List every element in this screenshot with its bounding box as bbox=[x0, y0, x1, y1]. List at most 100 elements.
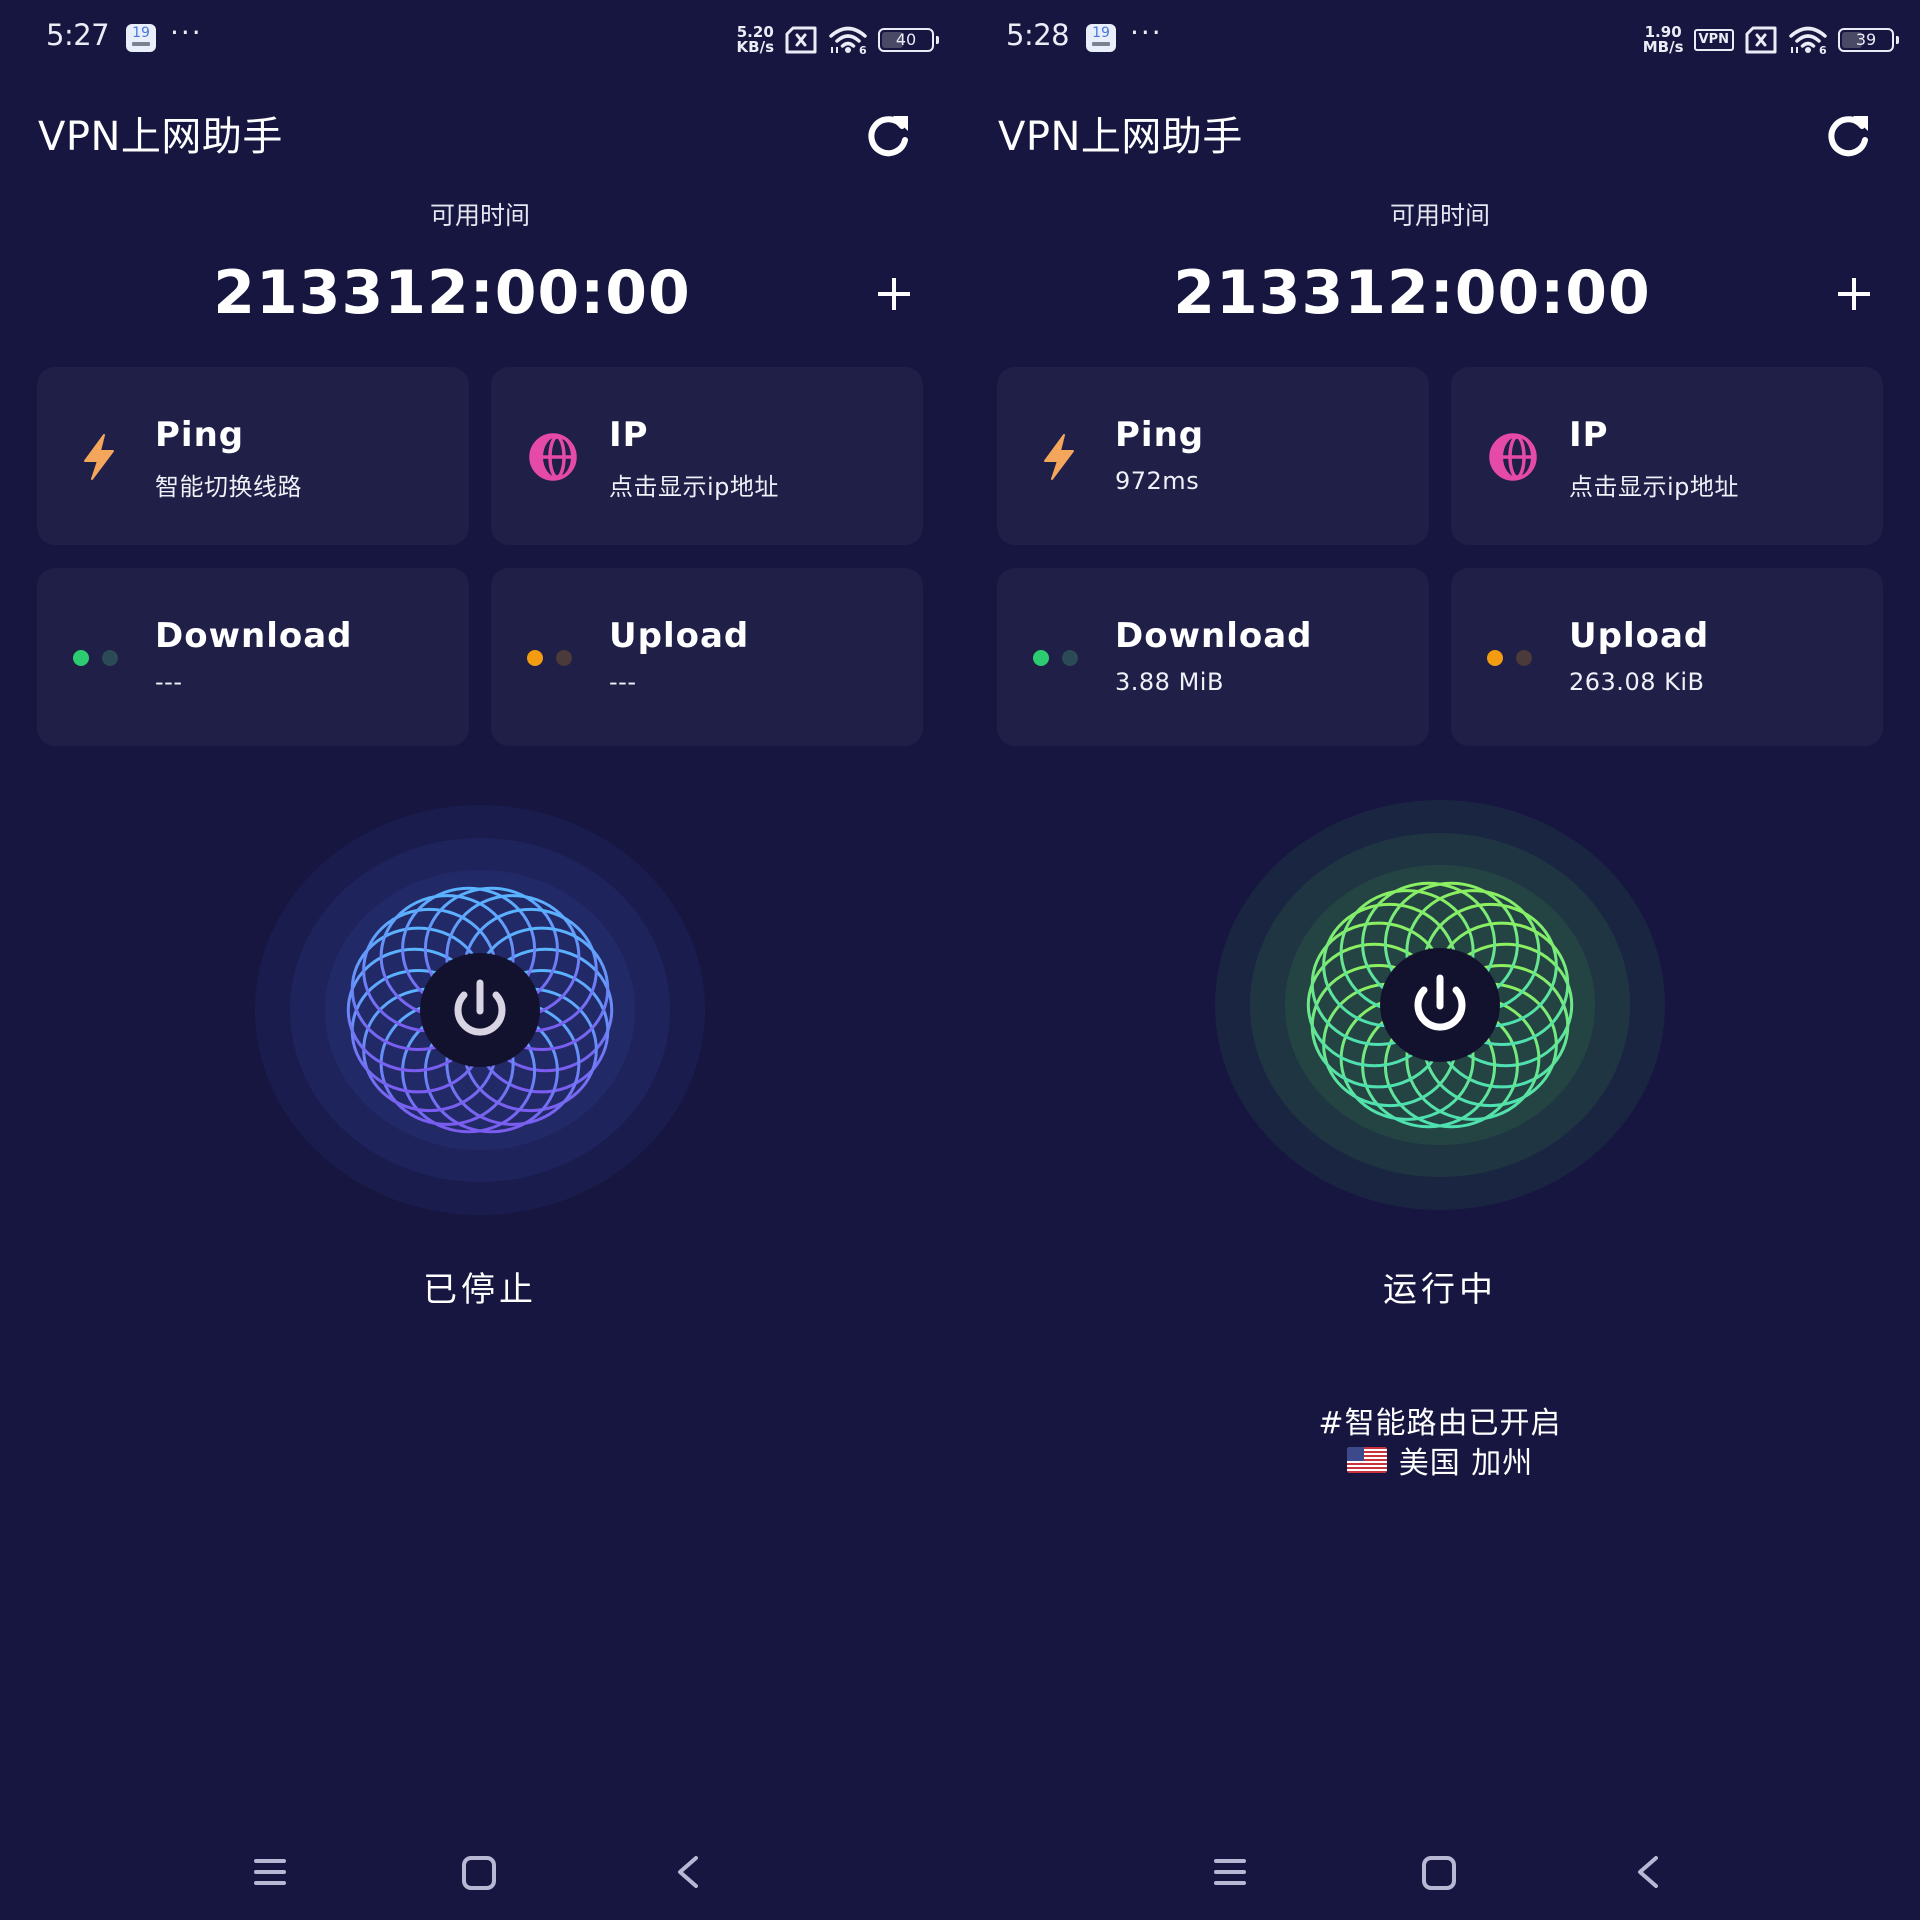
status-time: 5:27 bbox=[46, 18, 110, 52]
globe-icon bbox=[529, 433, 577, 481]
status-bar: 5:27 19 ··· 5.20 KB/s 6 40 bbox=[0, 0, 960, 80]
ip-card[interactable]: IP 点击显示ip地址 bbox=[1451, 367, 1883, 545]
download-value: --- bbox=[155, 668, 183, 696]
upload-title: Upload bbox=[1569, 616, 1710, 656]
upload-dot-dim bbox=[1516, 650, 1532, 666]
power-button[interactable] bbox=[420, 953, 540, 1067]
status-icons: 1.90 MB/s VPN 6 39 bbox=[1643, 22, 1899, 58]
screen-stopped: 5:27 19 ··· 5.20 KB/s 6 40 VPN上网助手 可用时间 … bbox=[0, 0, 960, 1920]
download-dot-dim bbox=[1062, 650, 1078, 666]
connection-status: 已停止 bbox=[423, 1270, 537, 1310]
upload-dot-active bbox=[1487, 650, 1503, 666]
status-icons: 5.20 KB/s 6 40 bbox=[737, 22, 939, 58]
download-title: Download bbox=[1115, 616, 1313, 656]
upload-value: --- bbox=[609, 668, 637, 696]
calendar-notification-icon: 19 bbox=[126, 24, 156, 52]
battery-level: 40 bbox=[895, 30, 917, 49]
battery-icon: 39 bbox=[1838, 28, 1899, 52]
network-speed: 5.20 KB/s bbox=[737, 25, 774, 55]
lightning-icon bbox=[1044, 434, 1074, 480]
back-button[interactable] bbox=[1624, 1848, 1672, 1896]
plus-icon bbox=[878, 278, 910, 310]
calendar-day: 19 bbox=[132, 25, 150, 41]
calendar-day: 19 bbox=[1092, 25, 1110, 41]
add-time-button[interactable] bbox=[870, 270, 918, 318]
ip-title: IP bbox=[609, 415, 649, 455]
available-time-value: 213312:00:00 bbox=[1173, 258, 1651, 328]
screens-container: 5:27 19 ··· 5.20 KB/s 6 40 VPN上网助手 可用时间 … bbox=[0, 0, 1920, 1920]
globe-icon bbox=[1489, 433, 1537, 481]
network-speed-unit: MB/s bbox=[1642, 38, 1684, 56]
app-title: VPN上网助手 bbox=[998, 114, 1243, 160]
upload-dot-dim bbox=[556, 650, 572, 666]
menu-icon bbox=[1214, 1859, 1246, 1885]
upload-dot-active bbox=[527, 650, 543, 666]
ping-title: Ping bbox=[155, 415, 245, 455]
server-location[interactable]: 美国 加州 bbox=[960, 1438, 1920, 1482]
refresh-icon bbox=[868, 116, 908, 157]
menu-icon bbox=[254, 1859, 286, 1885]
network-speed-unit: KB/s bbox=[736, 38, 774, 56]
no-sim-icon bbox=[1745, 26, 1777, 54]
power-icon bbox=[1414, 974, 1466, 1031]
download-card: Download 3.88 MiB bbox=[997, 568, 1429, 746]
wifi-icon: 6 bbox=[1789, 26, 1827, 55]
power-button[interactable] bbox=[1380, 948, 1500, 1062]
status-bar: 5:28 19 ··· 1.90 MB/s VPN 6 39 bbox=[960, 0, 1920, 80]
ping-value: 智能切换线路 bbox=[155, 473, 302, 501]
power-orb bbox=[250, 795, 710, 1225]
network-speed: 1.90 MB/s bbox=[1643, 25, 1684, 55]
ip-value: 点击显示ip地址 bbox=[1569, 473, 1739, 501]
back-icon bbox=[1638, 1856, 1658, 1888]
power-icon bbox=[454, 979, 506, 1036]
ip-title: IP bbox=[1569, 415, 1609, 455]
plus-icon bbox=[1838, 278, 1870, 310]
download-indicator-icon bbox=[73, 650, 118, 666]
app-title: VPN上网助手 bbox=[38, 114, 283, 160]
battery-level: 39 bbox=[1855, 30, 1877, 49]
upload-value: 263.08 KiB bbox=[1569, 668, 1705, 696]
upload-title: Upload bbox=[609, 616, 750, 656]
download-card: Download --- bbox=[37, 568, 469, 746]
upload-card: Upload --- bbox=[491, 568, 923, 746]
system-nav-bar bbox=[960, 1830, 1920, 1910]
ping-title: Ping bbox=[1115, 415, 1205, 455]
home-icon bbox=[462, 1856, 496, 1890]
refresh-icon bbox=[1828, 116, 1868, 157]
download-title: Download bbox=[155, 616, 353, 656]
ip-value: 点击显示ip地址 bbox=[609, 473, 779, 501]
download-value: 3.88 MiB bbox=[1115, 668, 1224, 696]
battery-icon: 40 bbox=[878, 28, 939, 52]
recent-apps-button[interactable] bbox=[1206, 1848, 1254, 1896]
home-icon bbox=[1422, 1856, 1456, 1890]
refresh-button[interactable] bbox=[1822, 110, 1874, 162]
download-indicator-icon bbox=[1033, 650, 1078, 666]
more-notifications-icon: ··· bbox=[170, 16, 203, 49]
home-button[interactable] bbox=[454, 1848, 502, 1896]
upload-indicator-icon bbox=[1487, 650, 1532, 666]
vpn-badge-icon: VPN bbox=[1693, 29, 1734, 51]
svg-text:6: 6 bbox=[859, 44, 867, 55]
available-time-label: 可用时间 bbox=[429, 201, 530, 230]
server-location-label: 美国 加州 bbox=[1398, 1446, 1534, 1481]
recent-apps-button[interactable] bbox=[246, 1848, 294, 1896]
add-time-button[interactable] bbox=[1830, 270, 1878, 318]
ping-value: 972ms bbox=[1115, 467, 1200, 495]
no-sim-icon bbox=[785, 26, 817, 54]
ip-card[interactable]: IP 点击显示ip地址 bbox=[491, 367, 923, 545]
ping-card[interactable]: Ping 972ms bbox=[997, 367, 1429, 545]
home-button[interactable] bbox=[1414, 1848, 1462, 1896]
back-icon bbox=[678, 1856, 698, 1888]
smart-route-status: #智能路由已开启 bbox=[1318, 1406, 1562, 1441]
back-button[interactable] bbox=[664, 1848, 712, 1896]
more-notifications-icon: ··· bbox=[1130, 16, 1163, 49]
system-nav-bar bbox=[0, 1830, 960, 1910]
connection-status: 运行中 bbox=[1383, 1270, 1497, 1310]
svg-text:6: 6 bbox=[1819, 44, 1827, 55]
upload-indicator-icon bbox=[527, 650, 572, 666]
power-orb bbox=[1210, 790, 1670, 1220]
ping-card[interactable]: Ping 智能切换线路 bbox=[37, 367, 469, 545]
refresh-button[interactable] bbox=[862, 110, 914, 162]
upload-card: Upload 263.08 KiB bbox=[1451, 568, 1883, 746]
available-time-value: 213312:00:00 bbox=[213, 258, 691, 328]
